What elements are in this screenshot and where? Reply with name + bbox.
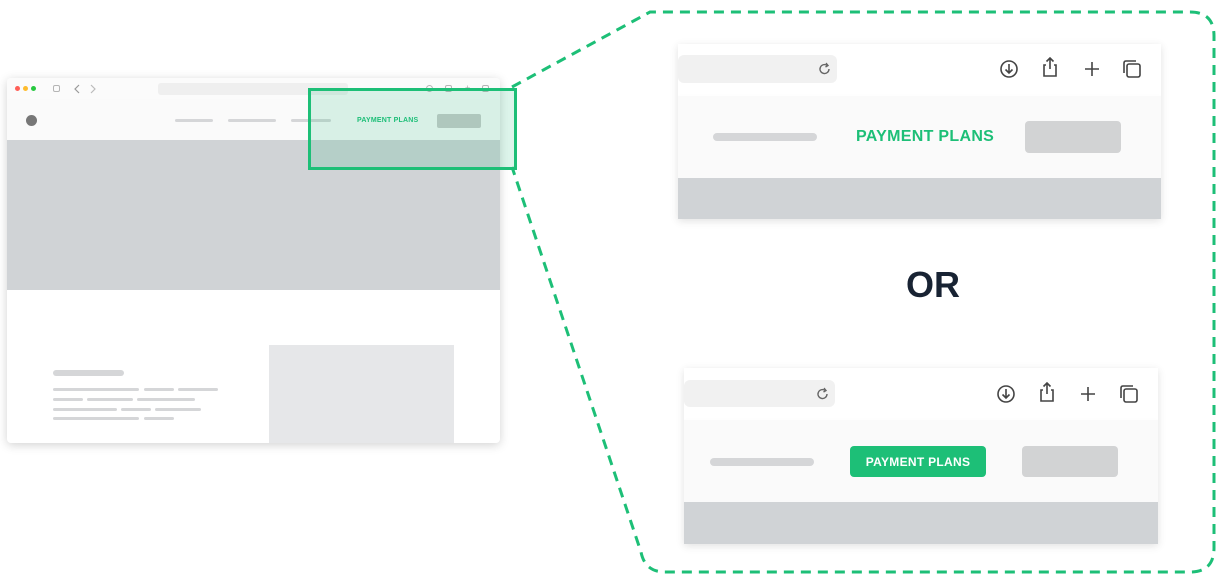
variant-b-site-header: PAYMENT PLANS [684,420,1158,502]
new-tab-icon[interactable] [1081,58,1103,80]
address-bar[interactable] [684,380,835,407]
variant-a-browser: PAYMENT PLANS [678,44,1161,219]
new-tab-icon[interactable] [1077,383,1099,405]
variant-b-toolbar [684,368,1158,421]
hero-banner-strip [678,178,1161,219]
tabs-icon[interactable] [1121,58,1143,80]
download-icon[interactable] [998,58,1020,80]
variant-a-toolbar [678,44,1161,97]
nav-link-placeholder[interactable] [713,133,817,141]
payment-plans-button[interactable]: PAYMENT PLANS [850,446,986,477]
hero-banner-strip [684,502,1158,544]
address-bar[interactable] [678,55,837,83]
nav-link-placeholder[interactable] [710,458,814,466]
share-icon[interactable] [1039,56,1061,78]
tabs-icon[interactable] [1118,383,1140,405]
reload-icon[interactable] [817,61,833,77]
variant-a-site-header: PAYMENT PLANS [678,96,1161,178]
download-icon[interactable] [995,383,1017,405]
header-button-placeholder[interactable] [1025,121,1121,153]
header-button-placeholder[interactable] [1022,446,1118,477]
payment-plans-text-link[interactable]: PAYMENT PLANS [856,128,994,146]
reload-icon[interactable] [815,386,831,402]
variant-b-browser: PAYMENT PLANS [684,368,1158,544]
or-divider-label: OR [906,264,960,305]
share-icon[interactable] [1036,381,1058,403]
